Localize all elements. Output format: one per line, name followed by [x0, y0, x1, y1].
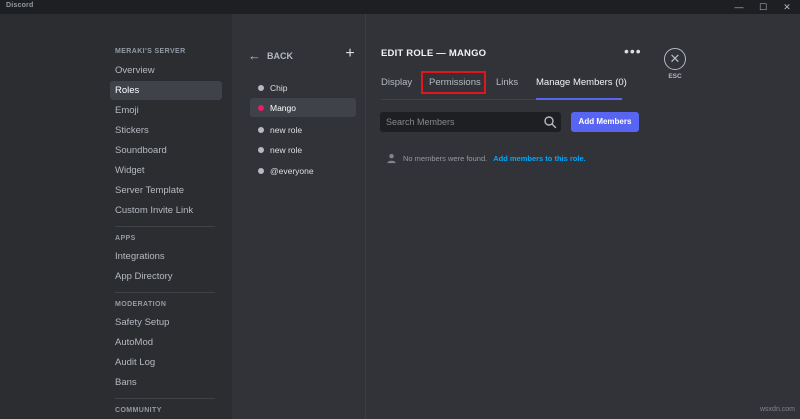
- role-color-dot: [258, 126, 264, 133]
- sidebar-item-automod[interactable]: AutoMod: [110, 333, 222, 352]
- role-item-chip[interactable]: Chip: [250, 78, 356, 97]
- role-color-dot: [258, 167, 264, 174]
- role-name: Mango: [270, 102, 296, 113]
- active-tab-underline: [536, 98, 622, 100]
- sidebar-item-widget[interactable]: Widget: [110, 161, 222, 180]
- back-label: BACK: [267, 51, 293, 61]
- sidebar-divider: [115, 226, 215, 227]
- sidebar-item-custom-invite-link[interactable]: Custom Invite Link: [110, 201, 222, 220]
- sidebar-item-emoji[interactable]: Emoji: [110, 101, 222, 120]
- sidebar-item-soundboard[interactable]: Soundboard: [110, 141, 222, 160]
- sidebar-item-overview[interactable]: Overview: [110, 61, 222, 80]
- app-title: Discord: [6, 2, 34, 9]
- search-icon[interactable]: [543, 115, 557, 129]
- role-color-dot: [258, 146, 264, 153]
- role-item-everyone[interactable]: @everyone: [250, 161, 356, 180]
- sidebar-item-roles[interactable]: Roles: [110, 81, 222, 100]
- role-color-dot: [258, 84, 264, 91]
- role-name: new role: [270, 124, 303, 135]
- sidebar-section-apps: APPS: [115, 235, 136, 242]
- back-button[interactable]: ← BACK: [248, 49, 293, 63]
- role-item-new-role[interactable]: new role: [250, 140, 356, 159]
- sidebar-section-moderation: MODERATION: [115, 301, 167, 308]
- title-bar: Discord — ☐ ✕: [0, 0, 800, 14]
- sidebar-item-server-template[interactable]: Server Template: [110, 181, 222, 200]
- plus-icon[interactable]: +: [342, 46, 358, 62]
- empty-members-message: No members were found. Add members to th…: [386, 152, 586, 164]
- edit-role-panel: EDIT ROLE — MANGO ••• ✕ ESC Display Perm…: [366, 14, 800, 419]
- close-icon[interactable]: ✕: [664, 48, 686, 70]
- sidebar-divider: [115, 398, 215, 399]
- role-tabs: Display Permissions Links Manage Members…: [381, 72, 627, 100]
- sidebar-section-community: COMMUNITY: [115, 407, 162, 414]
- role-item-mango[interactable]: Mango: [250, 98, 356, 117]
- sidebar-divider: [115, 292, 215, 293]
- highlight-box: [421, 71, 486, 94]
- add-members-button[interactable]: Add Members: [571, 112, 639, 132]
- tab-links[interactable]: Links: [496, 77, 518, 88]
- sidebar-item-integrations[interactable]: Integrations: [110, 247, 222, 266]
- sidebar-item-bans[interactable]: Bans: [110, 373, 222, 392]
- role-item-new-role[interactable]: new role: [250, 120, 356, 139]
- sidebar-item-safety-setup[interactable]: Safety Setup: [110, 313, 222, 332]
- sidebar-section-server: MERAKI'S SERVER: [115, 48, 186, 55]
- watermark: wsxdn.com: [760, 406, 796, 413]
- tab-manage-members[interactable]: Manage Members (0): [536, 77, 627, 88]
- sidebar-item-stickers[interactable]: Stickers: [110, 121, 222, 140]
- maximize-icon[interactable]: ☐: [752, 0, 774, 14]
- sidebar-item-app-directory[interactable]: App Directory: [110, 267, 222, 286]
- role-name: Chip: [270, 82, 288, 93]
- person-icon: [387, 153, 396, 163]
- sidebar-item-audit-log[interactable]: Audit Log: [110, 353, 222, 372]
- arrow-left-icon: ←: [248, 48, 261, 63]
- role-color-dot: [258, 104, 264, 111]
- tab-display[interactable]: Display: [381, 77, 412, 88]
- empty-text: No members were found.: [403, 153, 488, 163]
- role-name: new role: [270, 144, 303, 155]
- search-members-box: [380, 112, 561, 132]
- close-window-icon[interactable]: ✕: [776, 0, 798, 14]
- more-horizontal-icon[interactable]: •••: [624, 44, 641, 60]
- add-members-link[interactable]: Add members to this role.: [493, 154, 586, 163]
- close-settings-button[interactable]: ✕ ESC: [663, 48, 687, 80]
- roles-list-panel: ← BACK + Chip Mango new role new role @e…: [232, 14, 366, 419]
- page-title: EDIT ROLE — MANGO: [381, 48, 487, 59]
- role-name: @everyone: [270, 165, 314, 176]
- minimize-icon[interactable]: —: [728, 0, 750, 14]
- settings-sidebar: MERAKI'S SERVER Overview Roles Emoji Sti…: [0, 14, 232, 419]
- esc-label: ESC: [668, 73, 682, 80]
- search-members-input[interactable]: [380, 112, 540, 132]
